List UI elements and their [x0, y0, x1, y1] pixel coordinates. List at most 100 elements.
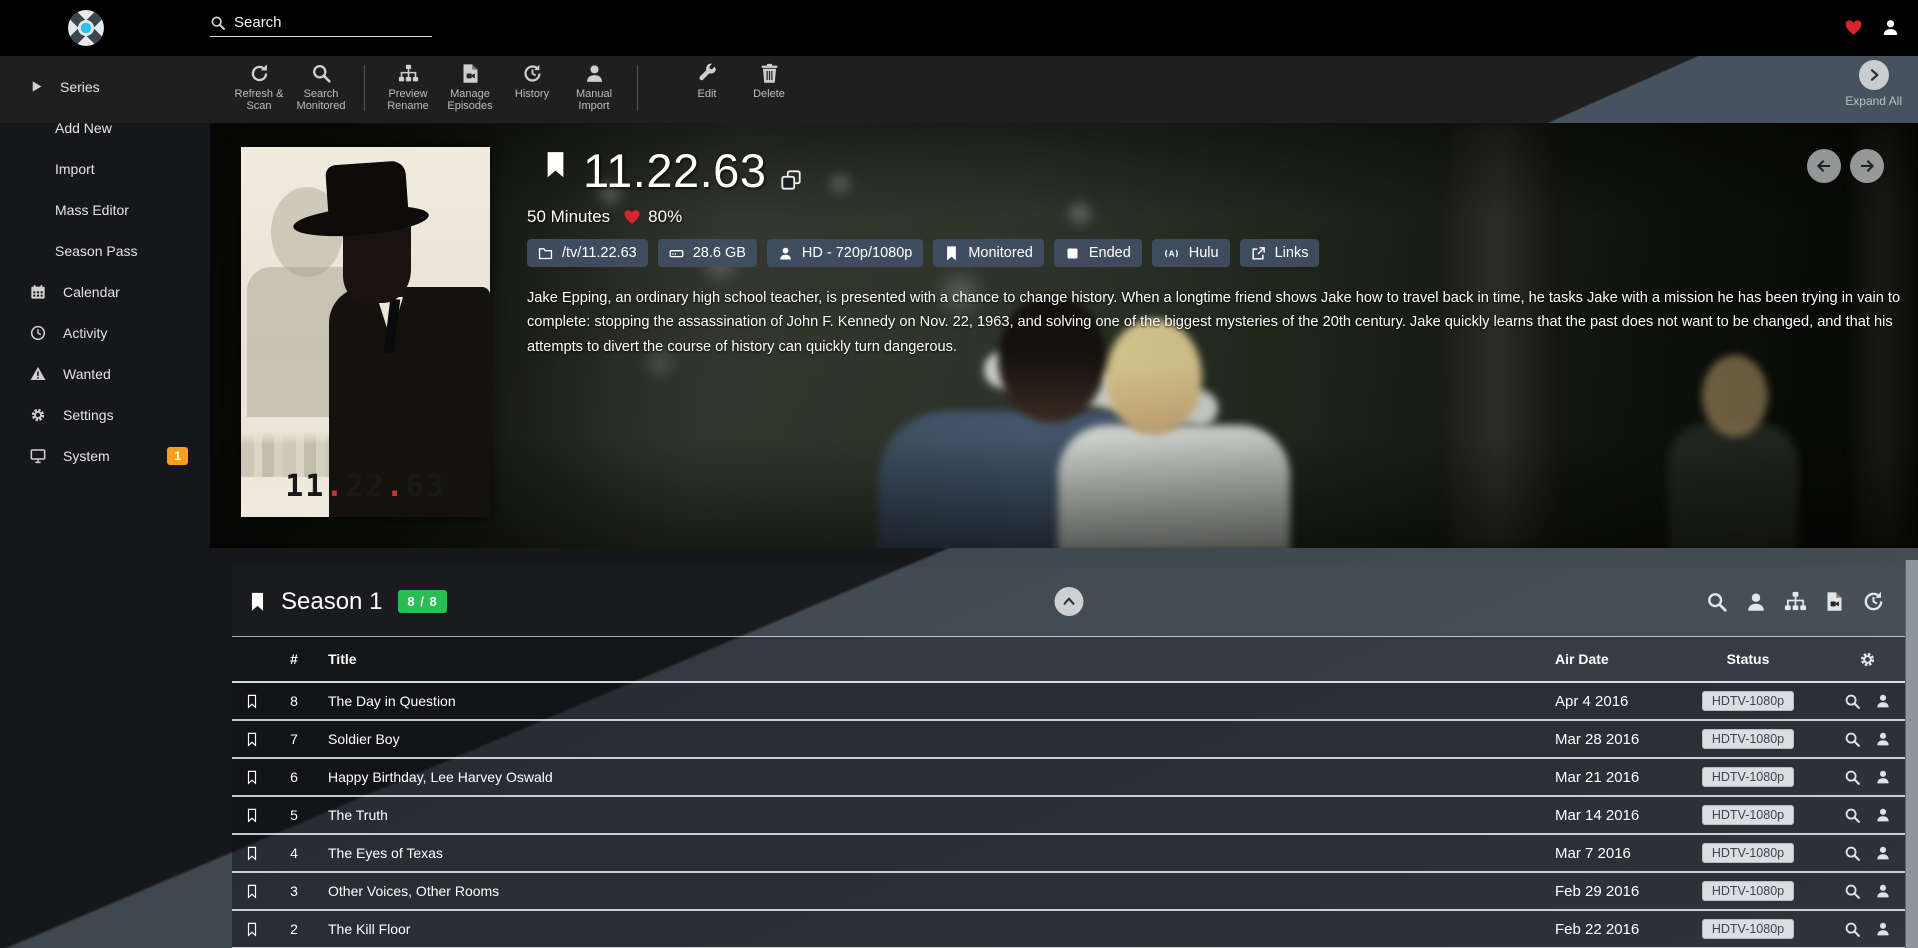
previous-series-button[interactable]	[1807, 149, 1841, 183]
bookmark-outline-icon[interactable]	[245, 768, 259, 787]
status-chip[interactable]: Ended	[1054, 239, 1142, 267]
copy-icon[interactable]	[780, 169, 802, 191]
episode-title[interactable]: The Eyes of Texas	[316, 845, 1546, 861]
sidebar-item-activity[interactable]: Activity	[0, 312, 210, 353]
episode-row[interactable]: 6 Happy Birthday, Lee Harvey Oswald Mar …	[232, 759, 1905, 797]
collapse-season-button[interactable]	[1054, 587, 1083, 616]
sidebar-item-settings[interactable]: Settings	[0, 394, 210, 435]
sidebar-item-mass-editor[interactable]: Mass Editor	[0, 189, 210, 230]
refresh-icon	[249, 63, 270, 84]
search-monitored-button[interactable]: Search Monitored	[290, 63, 352, 112]
size-chip[interactable]: 28.6 GB	[658, 239, 757, 267]
episode-search-icon[interactable]	[1844, 693, 1861, 710]
history-button[interactable]: History	[501, 63, 563, 100]
manage-episodes-button[interactable]: Manage Episodes	[439, 63, 501, 112]
episode-interactive-search-icon[interactable]	[1875, 807, 1891, 823]
quality-chip[interactable]: HD - 720p/1080p	[767, 239, 923, 267]
episode-row[interactable]: 8 The Day in Question Apr 4 2016 HDTV-10…	[232, 683, 1905, 721]
heart-icon	[623, 208, 641, 226]
toolbar-divider	[364, 65, 365, 111]
season-search-icon[interactable]	[1706, 591, 1728, 613]
episode-row[interactable]: 7 Soldier Boy Mar 28 2016 HDTV-1080p	[232, 721, 1905, 759]
season-interactive-search-icon[interactable]	[1745, 591, 1767, 613]
episode-interactive-search-icon[interactable]	[1875, 731, 1891, 747]
episode-interactive-search-icon[interactable]	[1875, 921, 1891, 937]
toolbar-button-label: Refresh & Scan	[228, 88, 290, 112]
chip-label: HD - 720p/1080p	[802, 245, 912, 261]
episode-interactive-search-icon[interactable]	[1875, 845, 1891, 861]
monitored-chip[interactable]: Monitored	[933, 239, 1043, 267]
sidebar-item-system[interactable]: System 1	[0, 435, 210, 476]
episode-search-icon[interactable]	[1844, 731, 1861, 748]
delete-button[interactable]: Delete	[738, 63, 800, 100]
episode-title[interactable]: Happy Birthday, Lee Harvey Oswald	[316, 769, 1546, 785]
toolbar-button-label: History	[501, 88, 563, 100]
episode-title[interactable]: The Day in Question	[316, 693, 1546, 709]
network-chip[interactable]: Hulu	[1152, 239, 1230, 267]
heart-icon[interactable]	[1844, 18, 1863, 37]
sidebar-item-wanted[interactable]: Wanted	[0, 353, 210, 394]
preview-rename-button[interactable]: Preview Rename	[377, 63, 439, 112]
episode-row[interactable]: 3 Other Voices, Other Rooms Feb 29 2016 …	[232, 873, 1905, 911]
trash-icon	[759, 63, 780, 84]
bookmark-outline-icon[interactable]	[245, 882, 259, 901]
sidebar-item-label: System	[63, 448, 110, 464]
episode-title[interactable]: Other Voices, Other Rooms	[316, 883, 1546, 899]
episode-search-icon[interactable]	[1844, 845, 1861, 862]
episode-interactive-search-icon[interactable]	[1875, 693, 1891, 709]
episode-search-icon[interactable]	[1844, 807, 1861, 824]
sidebar-item-season-pass[interactable]: Season Pass	[0, 230, 210, 271]
episode-air-date: Mar 28 2016	[1546, 731, 1666, 748]
column-header-title[interactable]: Title	[316, 651, 1546, 667]
episode-interactive-search-icon[interactable]	[1875, 769, 1891, 785]
quality-badge: HDTV-1080p	[1702, 843, 1794, 863]
quality-badge: HDTV-1080p	[1702, 767, 1794, 787]
sidebar-item-label: Settings	[63, 407, 114, 423]
expand-all-button[interactable]: Expand All	[1845, 60, 1902, 108]
bookmark-outline-icon[interactable]	[245, 692, 259, 711]
user-icon[interactable]	[1881, 18, 1900, 37]
episode-interactive-search-icon[interactable]	[1875, 883, 1891, 899]
sidebar-item-add-new[interactable]: Add New	[0, 107, 210, 148]
episode-title[interactable]: The Kill Floor	[316, 921, 1546, 937]
episode-title[interactable]: Soldier Boy	[316, 731, 1546, 747]
sidebar-item-label: Mass Editor	[55, 202, 129, 218]
bookmark-outline-icon[interactable]	[245, 730, 259, 749]
column-header-status[interactable]: Status	[1666, 651, 1830, 667]
sidebar-item-calendar[interactable]: Calendar	[0, 271, 210, 312]
episode-search-icon[interactable]	[1844, 883, 1861, 900]
manual-import-button[interactable]: Manual Import	[563, 63, 625, 112]
refresh-scan-button[interactable]: Refresh & Scan	[228, 63, 290, 112]
episode-row[interactable]: 5 The Truth Mar 14 2016 HDTV-1080p	[232, 797, 1905, 835]
episode-row[interactable]: 2 The Kill Floor Feb 22 2016 HDTV-1080p	[232, 911, 1905, 948]
episode-search-icon[interactable]	[1844, 921, 1861, 938]
series-poster[interactable]: 11.22.63	[241, 147, 490, 517]
edit-button[interactable]: Edit	[676, 63, 738, 100]
episode-search-icon[interactable]	[1844, 769, 1861, 786]
bookmark-outline-icon[interactable]	[245, 920, 259, 939]
sidebar-item-import[interactable]: Import	[0, 148, 210, 189]
bookmark-icon[interactable]	[248, 588, 267, 616]
sonarr-logo-icon[interactable]	[67, 9, 105, 47]
table-options-gear-icon[interactable]	[1859, 651, 1876, 668]
episode-title[interactable]: The Truth	[316, 807, 1546, 823]
bookmark-outline-icon[interactable]	[245, 844, 259, 863]
bookmark-outline-icon[interactable]	[245, 806, 259, 825]
episode-row[interactable]: 4 The Eyes of Texas Mar 7 2016 HDTV-1080…	[232, 835, 1905, 873]
column-header-air-date[interactable]: Air Date	[1546, 651, 1666, 667]
toolbar: Refresh & Scan Search Monitored Preview …	[0, 56, 1918, 123]
runtime-label: 50 Minutes	[527, 207, 610, 227]
season-manage-episodes-icon[interactable]	[1824, 591, 1845, 612]
column-header-number[interactable]: #	[272, 651, 316, 667]
scrollbar-thumb[interactable]	[1905, 560, 1918, 948]
season-rename-icon[interactable]	[1784, 590, 1807, 613]
search-input[interactable]	[234, 14, 414, 31]
path-chip[interactable]: /tv/11.22.63	[527, 239, 648, 267]
season-history-icon[interactable]	[1862, 590, 1885, 613]
next-series-button[interactable]	[1850, 149, 1884, 183]
search-icon	[311, 63, 332, 84]
expand-all-label: Expand All	[1845, 94, 1902, 108]
sidebar-item-series[interactable]: Series	[0, 66, 210, 107]
episode-air-date: Mar 21 2016	[1546, 769, 1666, 786]
links-chip[interactable]: Links	[1240, 239, 1320, 267]
